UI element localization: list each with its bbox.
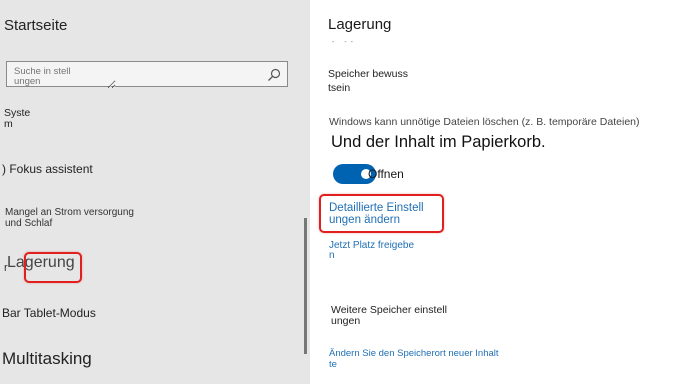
search-icon[interactable] [267,68,281,82]
recycle-bin-text: Und der Inhalt im Papierkorb. [331,133,546,151]
sidebar-item-system[interactable]: Syste m [4,108,30,130]
storage-settings-pane: Lagerung - -- Speicher bewuss tsein Wind… [310,0,685,384]
free-space-link[interactable]: Jetzt Platz freigebe n [329,241,414,261]
title-fragment: - -- [332,39,357,46]
storage-sense-description: Windows kann unnötige Dateien löschen (z… [329,116,640,128]
storage-sense-label: Speicher bewuss tsein [328,68,408,94]
sidebar-item-storage[interactable]: Lagerung [7,254,75,272]
sidebar-home-title[interactable]: Startseite [4,17,67,34]
sidebar-item-multitasking[interactable]: Multitasking [2,349,92,369]
sidebar-item-focus-assist[interactable]: ) Fokus assistent [2,162,93,176]
search-input[interactable] [12,65,116,89]
sidebar-item-tablet-mode[interactable]: Bar Tablet-Modus [2,306,96,320]
change-details-link[interactable]: Detaillierte Einstell ungen ändern [329,202,424,226]
more-storage-settings-label: Weitere Speicher einstell ungen [331,304,447,327]
change-save-location-link[interactable]: Ändern Sie den Speicherort neuer Inhalt … [329,348,499,370]
sidebar-scrollbar[interactable] [304,218,307,354]
sidebar-item-power-sleep[interactable]: Mangel an Strom versorgung und Schlaf [5,207,134,229]
sidebar: Startseite Syste m ) Fokus assistent Man… [0,0,310,384]
toggle-label: Offnen [368,167,404,181]
search-box[interactable] [6,61,288,89]
page-title: Lagerung [328,16,392,33]
